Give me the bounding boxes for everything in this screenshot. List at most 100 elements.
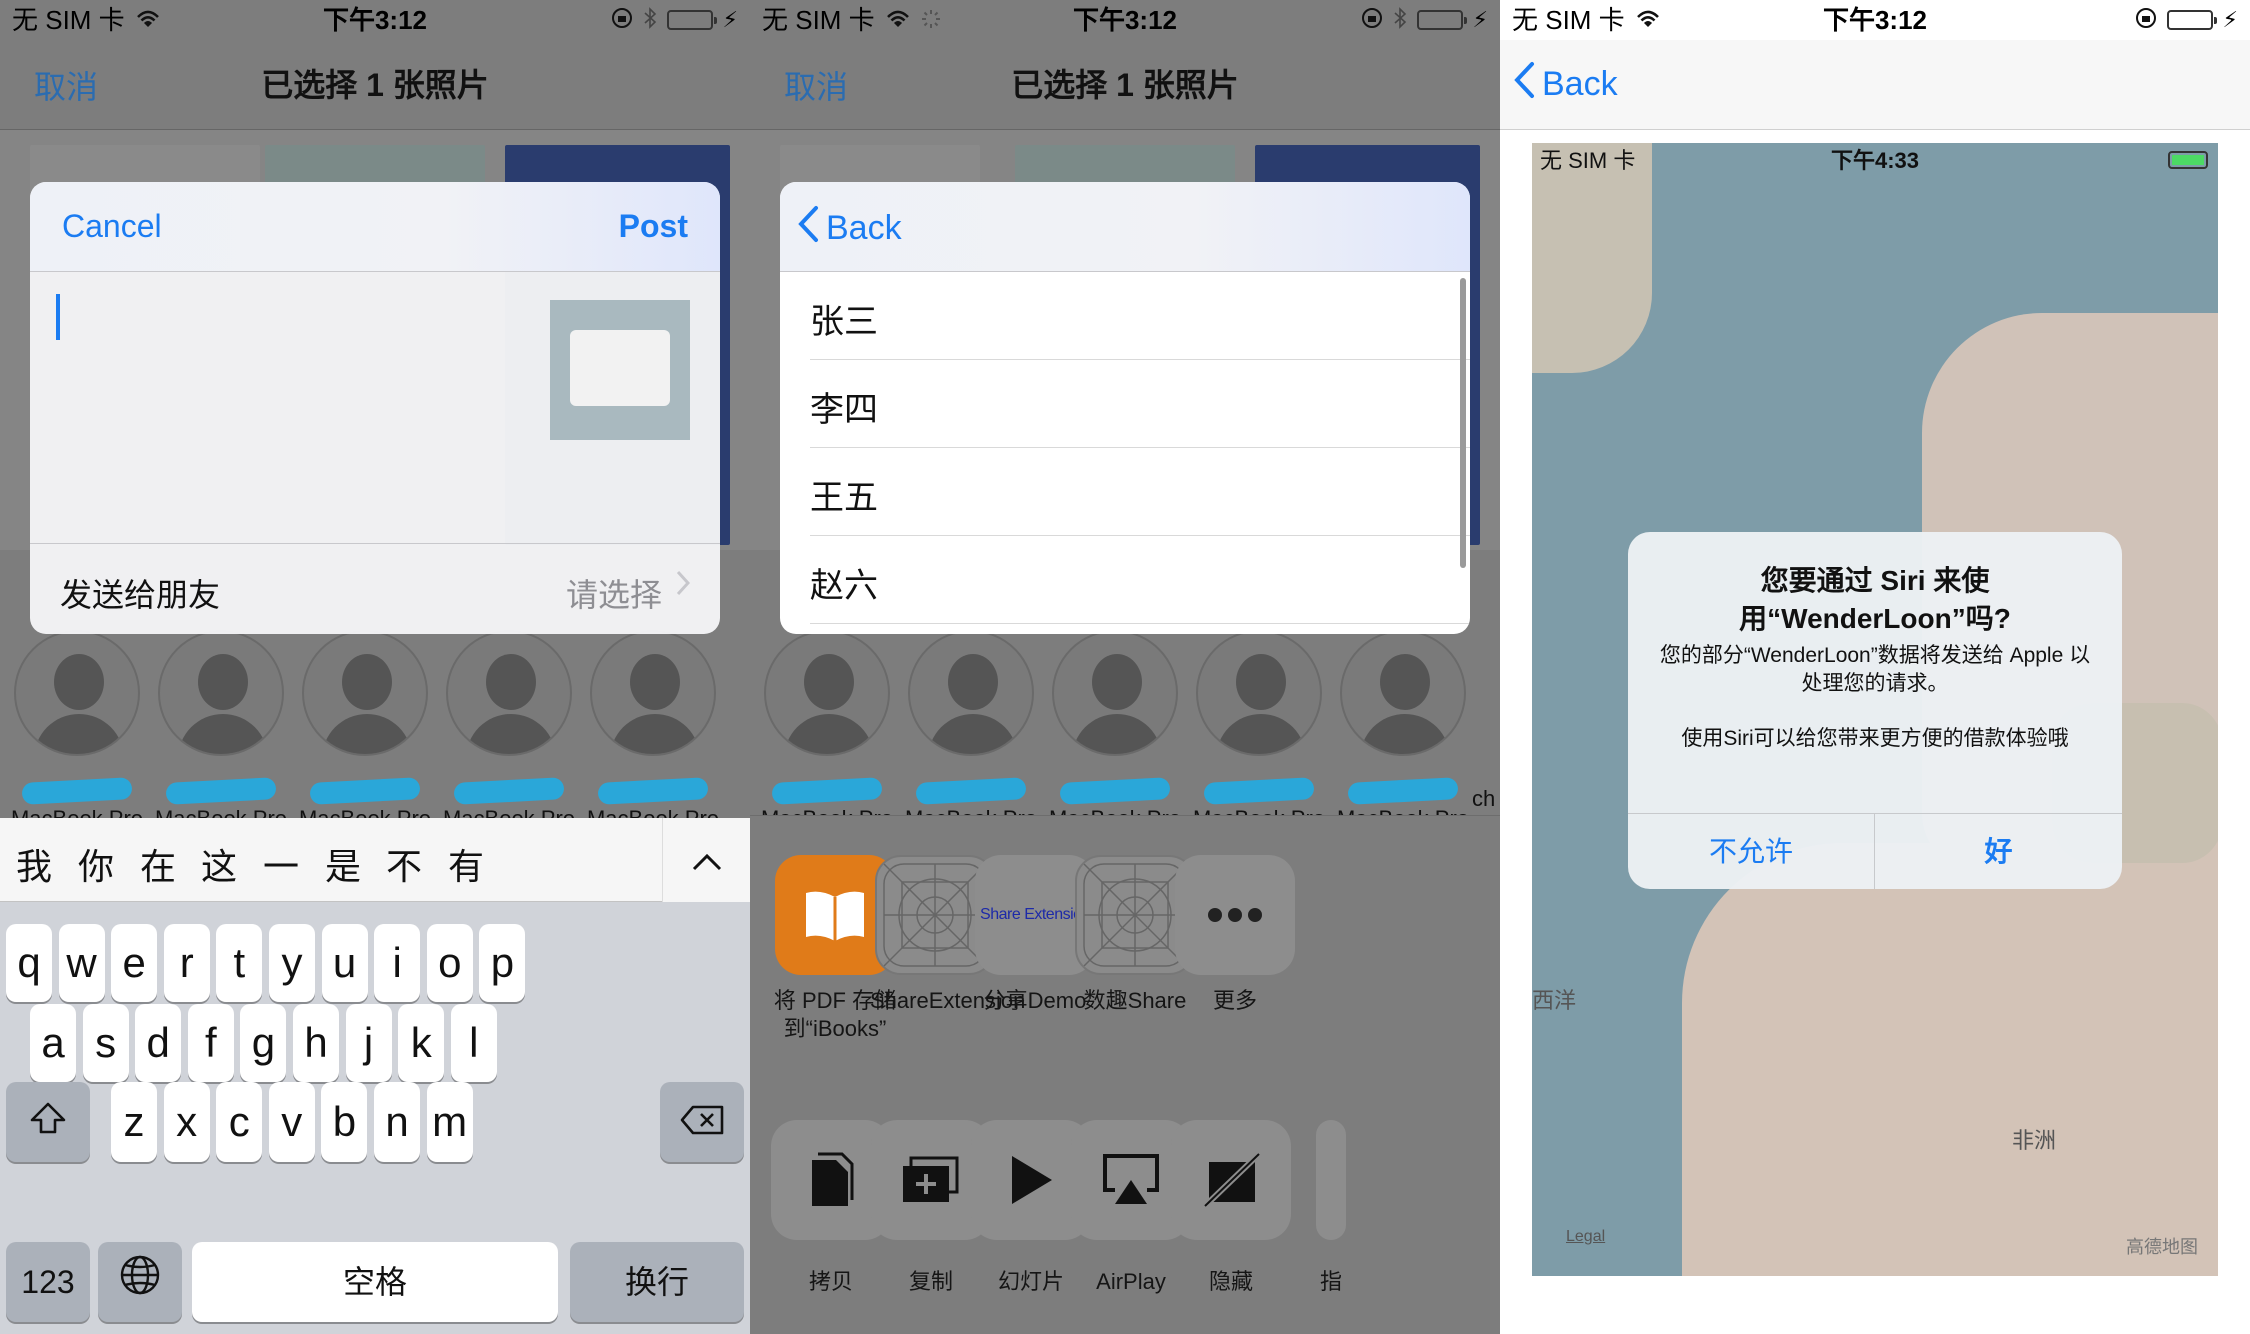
chevron-left-icon [796, 204, 820, 253]
share-nav-bar: 取消 已选择 1 张照片 [0, 40, 750, 130]
key-d[interactable]: d [135, 1004, 182, 1082]
compose-text-area[interactable] [30, 272, 720, 544]
shift-key[interactable] [6, 1082, 90, 1162]
key-r[interactable]: r [163, 924, 210, 1002]
key-i[interactable]: i [374, 924, 421, 1002]
friend-list-header: Back [780, 182, 1470, 272]
candidate-word[interactable]: 在 [140, 838, 176, 890]
share-action-6[interactable]: 指 [1266, 1120, 1396, 1296]
candidate-word[interactable]: 有 [448, 838, 484, 890]
contact-partial-label: ch [1472, 786, 1496, 811]
key-m[interactable]: m [426, 1082, 473, 1162]
friend-list-item[interactable]: 赵六 [810, 536, 1470, 624]
return-key[interactable]: 换行 [570, 1242, 744, 1322]
key-z[interactable]: z [111, 1082, 157, 1162]
friend-list-item[interactable]: 王五 [810, 448, 1470, 536]
friend-list-item[interactable]: 李四 [810, 360, 1470, 448]
share-app-5[interactable]: 更多 [1170, 855, 1300, 1015]
compose-cancel-button[interactable]: Cancel [62, 208, 162, 245]
back-button[interactable]: Back [796, 204, 902, 253]
alert-ok-button[interactable]: 好 [1875, 814, 2122, 889]
alert-message: 您的部分“WenderLoon”数据将发送给 Apple 以处理您的请求。 [1659, 644, 2091, 695]
contact-item[interactable]: MacBook Pro [1331, 630, 1475, 831]
send-to-friend-label: 发送给朋友 [60, 577, 221, 613]
number-mode-key[interactable]: 123 [6, 1242, 90, 1322]
contact-item[interactable]: MacBook Pro [581, 630, 725, 831]
detail-nav-bar: Back [1500, 40, 2250, 130]
key-g[interactable]: g [240, 1004, 287, 1082]
redaction-mark [165, 777, 277, 805]
contact-item[interactable]: MacBook Pro [437, 630, 581, 831]
key-x[interactable]: x [163, 1082, 210, 1162]
key-e[interactable]: e [111, 924, 158, 1002]
friend-list-sheet: Back 张三 李四 王五赵六 [780, 182, 1470, 634]
space-key[interactable]: 空格 [192, 1242, 558, 1322]
key-q[interactable]: q [6, 924, 52, 1002]
redaction-mark [1059, 777, 1171, 805]
battery-icon [2166, 10, 2217, 30]
candidate-word[interactable]: 我 [16, 838, 52, 890]
rotation-lock-icon [2135, 0, 2157, 40]
charging-icon: ⚡ [2222, 7, 2238, 32]
key-w[interactable]: w [58, 924, 105, 1002]
contact-item[interactable]: MacBook Pro [1187, 630, 1331, 831]
key-v[interactable]: v [268, 1082, 315, 1162]
candidate-word[interactable]: 这 [201, 838, 237, 890]
battery-icon [666, 10, 717, 30]
map-legal-link[interactable]: Legal [1566, 1228, 1605, 1246]
key-h[interactable]: h [293, 1004, 339, 1082]
rotation-lock-icon [1361, 0, 1383, 40]
key-p[interactable]: p [479, 924, 526, 1002]
candidate-word[interactable]: 一 [263, 838, 299, 890]
compose-post-button[interactable]: Post [619, 208, 688, 245]
delete-key[interactable] [660, 1082, 744, 1162]
contact-item[interactable]: MacBook Pro [1043, 630, 1187, 831]
key-y[interactable]: y [269, 924, 315, 1002]
candidate-bar: 有不是一这在你我 [0, 818, 750, 902]
key-a[interactable]: a [30, 1004, 76, 1082]
key-c[interactable]: c [216, 1082, 263, 1162]
avatar-placeholder-icon [1196, 630, 1322, 756]
contact-item[interactable]: MacBook Pro [5, 630, 149, 831]
key-n[interactable]: n [374, 1082, 420, 1162]
bluetooth-icon [643, 0, 657, 40]
candidate-word[interactable]: 你 [78, 838, 114, 890]
chevron-up-icon [691, 839, 723, 880]
key-k[interactable]: k [398, 1004, 445, 1082]
alert-deny-button[interactable]: 不允许 [1628, 814, 1875, 889]
contact-item[interactable]: MacBook Pro [149, 630, 293, 831]
send-to-friend-row[interactable]: 发送给朋友 请选择 [30, 544, 720, 634]
expand-candidates-button[interactable] [662, 818, 750, 902]
share-friend-list-panel: 无 SIM 卡 下午3:12 ⚡ 取消 已选择 1 张照片 ch 将 PDF 存… [750, 0, 1500, 1334]
friend-name: 赵六 [810, 567, 878, 605]
avatar-placeholder-icon [1052, 630, 1178, 756]
preview-dialog-thumbnail [570, 330, 670, 406]
contact-item[interactable]: MacBook Pro [755, 630, 899, 831]
screenshot-collage: 无 SIM 卡 下午3:12 ⚡ 取消 已选择 1 张照片 Cancel Pos… [0, 0, 2250, 1334]
candidate-word[interactable]: 不 [386, 838, 422, 890]
key-s[interactable]: s [82, 1004, 129, 1082]
siri-permission-alert: 您要通过 Siri 来使用“WenderLoon”吗? 您的部分“WenderL… [1628, 532, 2122, 889]
key-b[interactable]: b [321, 1082, 368, 1162]
contact-item[interactable]: MacBook Pro [293, 630, 437, 831]
friend-list-item[interactable]: 张三 [810, 272, 1470, 360]
key-j[interactable]: j [345, 1004, 392, 1082]
alert-buttons: 不允许 好 [1628, 813, 2122, 889]
key-t[interactable]: t [216, 924, 263, 1002]
chevron-right-icon [676, 570, 691, 604]
candidate-word[interactable]: 是 [325, 838, 361, 890]
friend-list: 张三 李四 王五 赵六 [780, 272, 1470, 624]
contact-item[interactable]: MacBook Pro [899, 630, 1043, 831]
avatar-placeholder-icon [764, 630, 890, 756]
contact-item-partial[interactable]: ch [1472, 630, 1500, 830]
back-button[interactable]: Back [1512, 60, 1618, 109]
redaction-mark [453, 777, 565, 805]
more-icon [1175, 855, 1295, 975]
alert-title: 您要通过 Siri 来使用“WenderLoon”吗? [1739, 565, 2011, 634]
key-l[interactable]: l [450, 1004, 497, 1082]
globe-key[interactable] [98, 1242, 182, 1322]
key-u[interactable]: u [321, 924, 368, 1002]
key-o[interactable]: o [426, 924, 473, 1002]
key-f[interactable]: f [187, 1004, 234, 1082]
scrollbar[interactable] [1460, 278, 1466, 568]
